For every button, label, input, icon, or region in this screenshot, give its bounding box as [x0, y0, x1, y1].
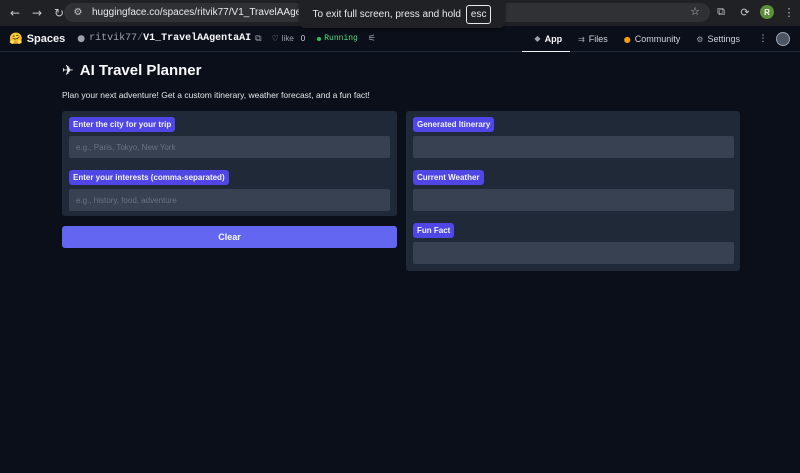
like-button[interactable]: ♡ like 0 [272, 34, 306, 43]
community-icon: ● [623, 34, 631, 44]
bookmark-star-icon[interactable]: ☆ [690, 5, 700, 18]
city-input[interactable]: e.g., Paris, Tokyo, New York [69, 136, 390, 158]
hugging-face-logo-icon[interactable]: 🤗 [9, 32, 23, 45]
page-title-text: AI Travel Planner [79, 62, 202, 79]
user-avatar[interactable] [776, 32, 790, 46]
spaces-brand-link[interactable]: Spaces [27, 33, 66, 45]
more-options-icon[interactable]: ⋮ [754, 26, 772, 52]
gear-icon: ⚙ [696, 34, 704, 44]
extensions-icon[interactable]: ⧉ [712, 3, 730, 21]
space-settings-icon[interactable]: ⚟ [368, 34, 376, 44]
weather-output[interactable] [413, 189, 734, 211]
browser-menu-icon[interactable]: ⋮ [780, 3, 798, 21]
input-panel: Enter the city for your trip e.g., Paris… [62, 111, 397, 216]
tab-files-label: Files [588, 34, 608, 44]
page-title: ✈ AI Travel Planner [62, 62, 201, 79]
url-text: huggingface.co/spaces/ritvik77/V1_Travel… [92, 7, 325, 18]
forward-arrow-icon[interactable]: → [26, 2, 48, 24]
app-icon: ◆ [534, 34, 541, 43]
weather-output-label: Current Weather [413, 170, 484, 185]
tab-settings-label: Settings [707, 34, 740, 44]
page-subtitle: Plan your next adventure! Get a custom i… [62, 90, 370, 100]
status-badge: Running [317, 34, 358, 43]
copy-icon[interactable]: ⧉ [255, 34, 261, 44]
status-dot-icon [317, 36, 322, 41]
interests-input-label: Enter your interests (comma-separated) [69, 170, 229, 185]
like-label: like [281, 34, 294, 43]
spaces-header: 🤗 Spaces ● ritvik77 / V1_TravelAAgentaAI… [0, 26, 800, 52]
output-panel: Generated Itinerary Current Weather Fun … [406, 111, 740, 271]
city-input-label: Enter the city for your trip [69, 117, 176, 132]
space-tabs: ◆ App ⇉ Files ● Community ⚙ Settings ⋮ [522, 26, 800, 52]
clear-button[interactable]: Clear [62, 226, 397, 248]
airplane-icon: ✈ [62, 62, 74, 79]
tab-app-label: App [544, 33, 563, 44]
tab-files[interactable]: ⇉ Files [570, 26, 616, 52]
fun-fact-output[interactable] [413, 242, 734, 264]
like-count: 0 [300, 34, 306, 43]
back-arrow-icon[interactable]: ← [4, 2, 26, 24]
space-pin-icon: ● [77, 33, 86, 44]
heart-icon: ♡ [271, 34, 279, 43]
space-owner-link[interactable]: ritvik77 [89, 33, 137, 44]
sync-icon[interactable]: ⟳ [736, 3, 754, 21]
itinerary-output[interactable] [413, 136, 734, 158]
fullscreen-toast: To exit full screen, press and hold esc [299, 0, 505, 28]
interests-input[interactable]: e.g., history, food, adventure [69, 189, 390, 211]
status-text: Running [324, 34, 358, 43]
site-info-icon[interactable]: ⚙ [72, 7, 84, 19]
fullscreen-toast-text: To exit full screen, press and hold [312, 8, 461, 20]
tab-community-label: Community [634, 34, 681, 44]
profile-avatar[interactable]: R [760, 5, 774, 19]
tab-app[interactable]: ◆ App [522, 26, 571, 52]
files-icon: ⇉ [578, 34, 585, 44]
space-repo-name[interactable]: V1_TravelAAgentaAI [143, 33, 251, 44]
fun-fact-output-label: Fun Fact [413, 223, 455, 238]
fullscreen-toast-key: esc [465, 4, 492, 24]
tab-community[interactable]: ● Community [616, 26, 689, 52]
itinerary-output-label: Generated Itinerary [413, 117, 495, 132]
tab-settings[interactable]: ⚙ Settings [688, 26, 748, 52]
